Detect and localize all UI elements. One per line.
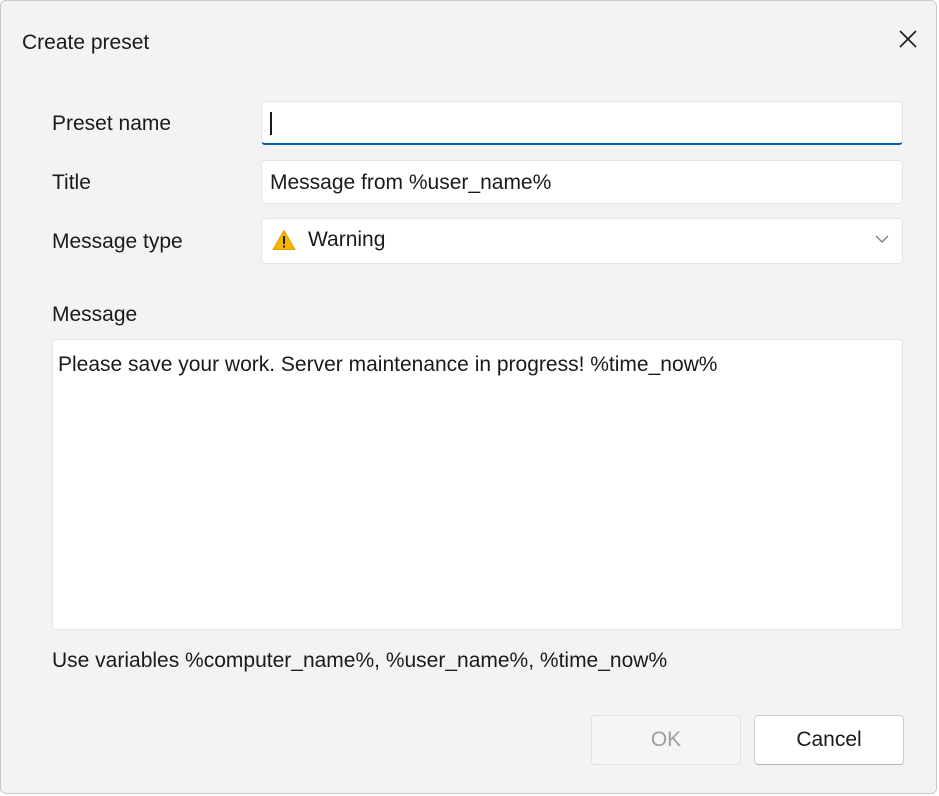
close-icon: [899, 30, 917, 48]
message-type-selected: Warning: [272, 228, 385, 252]
chevron-down-icon: [875, 235, 889, 243]
text-caret: [270, 112, 272, 135]
message-textarea[interactable]: Please save your work. Server maintenanc…: [52, 339, 903, 630]
warning-icon: [272, 230, 296, 250]
ok-button-label: OK: [650, 728, 682, 751]
message-type-label: Message type: [52, 230, 183, 253]
cancel-button-label: Cancel: [796, 728, 862, 751]
message-type-select[interactable]: Warning: [261, 218, 903, 264]
message-value: Please save your work. Server maintenanc…: [58, 353, 718, 376]
cancel-button[interactable]: Cancel: [754, 715, 904, 765]
title-value: Message from %user_name%: [270, 171, 552, 194]
message-type-value: Warning: [308, 228, 386, 251]
title-label: Title: [52, 171, 91, 194]
message-label: Message: [52, 303, 138, 326]
close-button[interactable]: [888, 19, 928, 59]
title-input[interactable]: Message from %user_name%: [261, 160, 903, 204]
variables-hint: Use variables %computer_name%, %user_nam…: [52, 649, 668, 672]
dialog-title: Create preset: [22, 31, 150, 54]
create-preset-dialog: Create preset Preset name Title Message …: [0, 0, 937, 794]
preset-name-label: Preset name: [52, 112, 172, 135]
title-bar: Create preset: [1, 1, 936, 87]
preset-name-input[interactable]: [261, 101, 903, 145]
ok-button[interactable]: OK: [591, 715, 741, 765]
